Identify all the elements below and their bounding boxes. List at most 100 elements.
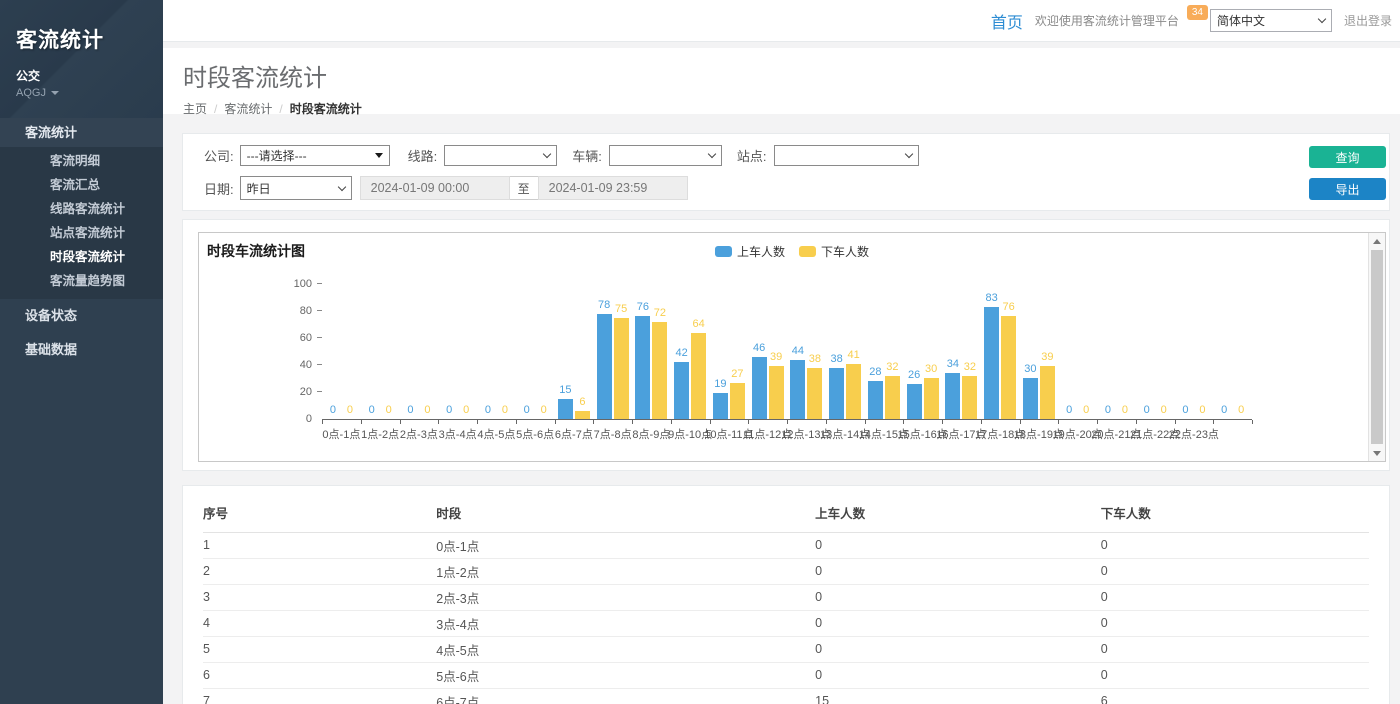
bar-alighting — [885, 376, 900, 419]
bar-boarding — [597, 314, 612, 419]
table-cell: 0 — [1101, 662, 1369, 688]
bar-boarding — [674, 362, 689, 419]
export-button[interactable]: 导出 — [1309, 178, 1386, 200]
welcome-text: 欢迎使用客流统计管理平台 — [1035, 12, 1179, 29]
x-axis-tick-mark — [1020, 420, 1021, 424]
x-axis-tick-mark — [1058, 420, 1059, 424]
language-select[interactable]: 简体中文 — [1210, 9, 1332, 32]
chart-container: 时段车流统计图 上车人数 下车人数 020406080100000点-1点001… — [198, 232, 1386, 462]
y-axis-tick-label: 40 — [274, 359, 312, 371]
x-axis-tick-mark — [632, 420, 633, 424]
legend-item-boarding[interactable]: 上车人数 — [715, 243, 785, 260]
sidebar-item-base-data[interactable]: 基础数据 — [0, 333, 163, 367]
scrollbar-thumb[interactable] — [1371, 250, 1383, 444]
date-preset-value: 昨日 — [247, 180, 271, 197]
bar-alighting — [652, 322, 667, 419]
legend-label-boarding: 上车人数 — [737, 243, 785, 260]
station-select[interactable] — [774, 145, 919, 166]
sidebar-subitem[interactable]: 线路客流统计 — [0, 197, 163, 221]
bar-alighting — [807, 368, 822, 419]
legend-label-alighting: 下车人数 — [821, 243, 869, 260]
company-select-value: ---请选择--- — [247, 147, 307, 164]
bar-alighting — [691, 333, 706, 419]
table-row: 10点-1点00 — [203, 532, 1369, 558]
sidebar-subitem[interactable]: 客流量趋势图 — [0, 269, 163, 293]
table-cell: 4 — [203, 610, 436, 636]
x-axis-tick-mark — [438, 420, 439, 424]
table-cell: 15 — [815, 688, 1101, 704]
x-axis-tick-mark — [826, 420, 827, 424]
company-select[interactable]: ---请选择--- — [240, 145, 390, 166]
date-to-input[interactable] — [538, 176, 688, 200]
table-cell: 6点-7点 — [436, 688, 815, 704]
y-axis-tick-mark — [317, 310, 322, 311]
sidebar-section-passenger-stats[interactable]: 客流统计 — [0, 118, 163, 147]
date-preset-select[interactable]: 昨日 — [240, 176, 352, 200]
bar-value-label: 32 — [956, 361, 984, 373]
vehicle-select[interactable] — [609, 145, 722, 166]
sidebar-subitem[interactable]: 客流汇总 — [0, 173, 163, 197]
table-row: 32点-3点00 — [203, 584, 1369, 610]
x-axis-tick-mark — [671, 420, 672, 424]
table-cell: 0 — [815, 610, 1101, 636]
bar-alighting — [575, 411, 590, 419]
breadcrumb-passenger-stats[interactable]: 客流统计 — [224, 100, 272, 117]
home-link[interactable]: 首页 — [991, 9, 1023, 33]
chevron-down-icon — [1318, 15, 1326, 23]
y-axis-tick-label: 20 — [274, 386, 312, 398]
legend-swatch-boarding — [715, 246, 732, 257]
sidebar: 客流统计 公交 AQGJ 客流统计 客流明细客流汇总线路客流统计站点客流统计时段… — [0, 0, 163, 704]
x-axis-tick-mark — [748, 420, 749, 424]
bar-value-label: 39 — [1033, 351, 1061, 363]
sidebar-header: 客流统计 公交 AQGJ — [0, 0, 163, 118]
line-label: 线路: — [408, 146, 438, 165]
bar-chart-plot: 020406080100000点-1点001点-2点002点-3点003点-4点… — [322, 285, 1252, 420]
sidebar-subitem[interactable]: 客流明细 — [0, 149, 163, 173]
main-area: 首页 欢迎使用客流统计管理平台 34 简体中文 退出登录 时段客流统计 主页 /… — [163, 0, 1400, 704]
y-axis-tick-label: 60 — [274, 332, 312, 344]
x-axis-tick-mark — [477, 420, 478, 424]
x-axis-tick-mark — [981, 420, 982, 424]
sidebar-item-device-status[interactable]: 设备状态 — [0, 299, 163, 333]
sidebar-submenu: 客流明细客流汇总线路客流统计站点客流统计时段客流统计客流量趋势图 — [0, 147, 163, 299]
table-cell: 0 — [1101, 584, 1369, 610]
dropdown-arrow-icon — [375, 153, 383, 158]
vehicle-label: 车辆: — [572, 146, 602, 165]
date-range-separator: 至 — [510, 176, 538, 200]
scrollbar-up-arrow[interactable] — [1369, 233, 1385, 249]
y-axis-tick-label: 80 — [274, 305, 312, 317]
table-cell: 0 — [1101, 532, 1369, 558]
page-heading: 时段客流统计 主页 / 客流统计 / 时段客流统计 — [163, 48, 1400, 114]
query-button[interactable]: 查询 — [1309, 146, 1386, 168]
col-header-period: 时段 — [436, 494, 815, 532]
bar-alighting — [730, 383, 745, 419]
breadcrumb-home[interactable]: 主页 — [183, 100, 207, 117]
x-axis-tick-mark — [787, 420, 788, 424]
date-from-input[interactable] — [360, 176, 510, 200]
logout-link[interactable]: 退出登录 — [1344, 12, 1392, 29]
x-axis-tick-mark — [516, 420, 517, 424]
legend-swatch-alighting — [799, 246, 816, 257]
org-code-dropdown[interactable]: AQGJ — [16, 87, 147, 99]
chart-scrollbar[interactable] — [1368, 233, 1385, 461]
bar-alighting — [1040, 366, 1055, 419]
chart-legend: 上车人数 下车人数 — [715, 243, 869, 260]
bar-value-label: 72 — [646, 307, 674, 319]
sidebar-subitem[interactable]: 时段客流统计 — [0, 245, 163, 269]
line-select[interactable] — [444, 145, 557, 166]
chart-panel: 时段车流统计图 上车人数 下车人数 020406080100000点-1点001… — [182, 219, 1390, 471]
bar-boarding — [635, 316, 650, 419]
x-axis-tick-mark — [322, 420, 323, 424]
x-axis-tick-mark — [361, 420, 362, 424]
chevron-down-icon — [51, 91, 59, 95]
table-row: 65点-6点00 — [203, 662, 1369, 688]
bar-value-label: 64 — [685, 318, 713, 330]
scrollbar-down-arrow[interactable] — [1369, 445, 1385, 461]
sidebar-subitem[interactable]: 站点客流统计 — [0, 221, 163, 245]
table-row: 76点-7点156 — [203, 688, 1369, 704]
language-select-value: 简体中文 — [1217, 12, 1265, 29]
legend-item-alighting[interactable]: 下车人数 — [799, 243, 869, 260]
bar-boarding — [945, 373, 960, 419]
x-axis-tick-mark — [1175, 420, 1176, 424]
table-row: 43点-4点00 — [203, 610, 1369, 636]
